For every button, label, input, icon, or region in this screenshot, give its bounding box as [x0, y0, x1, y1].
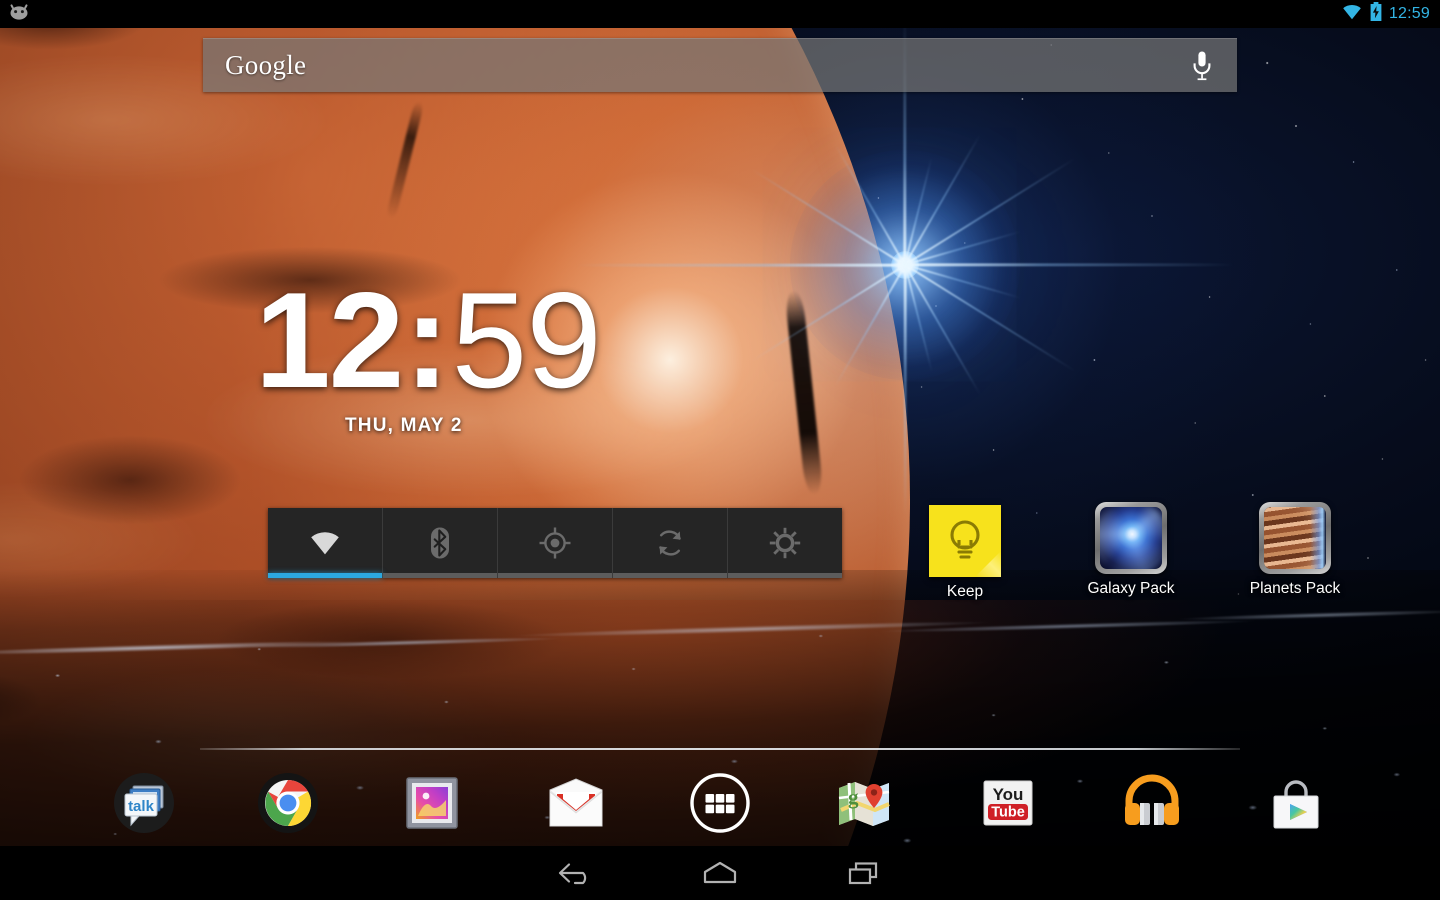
home-icon-label: Planets Pack [1250, 580, 1340, 598]
microphone-icon[interactable] [1191, 50, 1213, 82]
status-bar-notifications[interactable] [8, 3, 30, 26]
toggle-wifi[interactable] [268, 508, 383, 578]
toggle-brightness-indicator [728, 573, 842, 578]
power-control-widget[interactable] [268, 508, 842, 578]
sync-icon [654, 527, 686, 559]
youtube-you-text: You [993, 785, 1024, 804]
toggle-location-indicator [498, 573, 612, 578]
galaxy-pack-icon [1095, 502, 1167, 574]
nav-recents-button[interactable] [792, 846, 936, 900]
dock-divider [200, 748, 1240, 750]
dock-item-youtube[interactable]: You Tube [936, 763, 1080, 843]
dock-item-gmail[interactable] [504, 763, 648, 843]
home-icon [697, 858, 743, 888]
clock-hours: 12 [255, 278, 402, 403]
wifi-icon [1341, 3, 1363, 25]
back-icon [553, 858, 599, 888]
dock-item-talk[interactable]: talk [72, 763, 216, 843]
recent-apps-icon [841, 858, 887, 888]
home-icon-keep[interactable]: Keep [902, 505, 1028, 601]
talk-label: talk [128, 798, 155, 815]
youtube-tube-text: Tube [991, 805, 1025, 821]
dock-item-chrome[interactable] [216, 763, 360, 843]
clock-date: THU, MAY 2 [345, 415, 601, 437]
toggle-brightness[interactable] [728, 508, 842, 578]
status-bar-system-icons[interactable]: 12:59 [1341, 2, 1430, 26]
toggle-sync-indicator [613, 573, 727, 578]
home-icon-galaxy-pack[interactable]: Galaxy Pack [1068, 502, 1194, 598]
location-icon [539, 527, 571, 559]
toggle-wifi-indicator [268, 573, 382, 578]
toggle-bluetooth[interactable] [383, 508, 498, 578]
nav-home-button[interactable] [648, 846, 792, 900]
clock-time: 12 : 59 [255, 278, 601, 403]
android-notification-icon [8, 3, 30, 26]
clock-separator: : [404, 278, 449, 403]
google-logo-text: Google [225, 52, 306, 79]
dock: talk [0, 760, 1440, 846]
home-icon-label: Galaxy Pack [1087, 580, 1174, 598]
brightness-icon [769, 527, 801, 559]
dock-item-gallery[interactable] [360, 763, 504, 843]
toggle-sync[interactable] [613, 508, 728, 578]
status-bar[interactable]: 12:59 [0, 0, 1440, 28]
google-search-widget[interactable]: Google [203, 38, 1237, 92]
toggle-location[interactable] [498, 508, 613, 578]
home-icon-planets-pack[interactable]: Planets Pack [1232, 502, 1358, 598]
toggle-bluetooth-indicator [383, 573, 497, 578]
dock-item-all-apps[interactable] [648, 763, 792, 843]
bluetooth-icon [428, 526, 452, 560]
wifi-icon [307, 530, 343, 556]
nav-back-button[interactable] [504, 846, 648, 900]
dock-item-maps[interactable]: g [792, 763, 936, 843]
navigation-bar [0, 846, 1440, 900]
planets-pack-icon [1259, 502, 1331, 574]
svg-text:g: g [848, 785, 859, 809]
dock-item-play-store[interactable] [1224, 763, 1368, 843]
dock-item-play-music[interactable] [1080, 763, 1224, 843]
google-keep-icon [929, 505, 1001, 577]
app-drawer-icon [687, 770, 753, 836]
clock-minutes: 59 [452, 278, 601, 403]
clock-widget[interactable]: 12 : 59 THU, MAY 2 [255, 278, 601, 437]
battery-charging-icon [1370, 2, 1382, 26]
home-icon-label: Keep [947, 583, 983, 601]
android-home-screen: 12:59 Google 12 : 59 THU, MAY 2 [0, 0, 1440, 900]
status-bar-clock: 12:59 [1389, 5, 1430, 23]
